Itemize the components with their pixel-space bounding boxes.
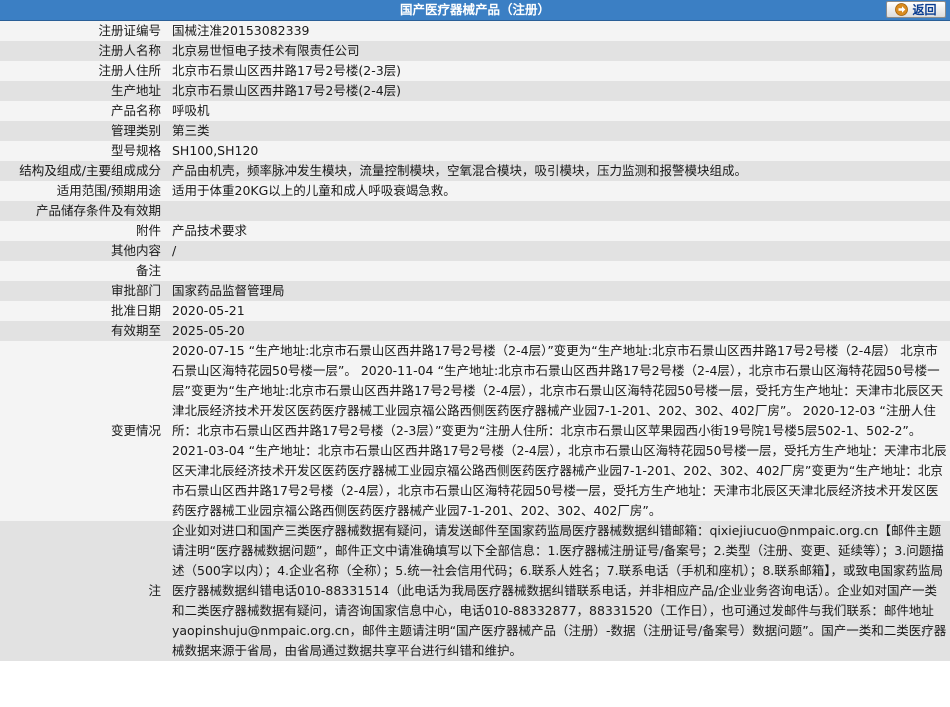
table-row: 型号规格 SH100,SH120 <box>0 141 950 161</box>
field-label: 产品储存条件及有效期 <box>0 201 166 221</box>
table-row: 审批部门 国家药品监督管理局 <box>0 281 950 301</box>
field-value: 北京易世恒电子技术有限责任公司 <box>166 41 950 61</box>
table-row: 产品储存条件及有效期 <box>0 201 950 221</box>
field-label: 附件 <box>0 221 166 241</box>
back-button[interactable]: 返回 <box>886 1 946 18</box>
field-label: 型号规格 <box>0 141 166 161</box>
field-value: 第三类 <box>166 121 950 141</box>
field-value: 国械注准20153082339 <box>166 21 950 41</box>
field-label: 注 <box>0 521 166 661</box>
table-row: 注册人名称 北京易世恒电子技术有限责任公司 <box>0 41 950 61</box>
field-value: 2020-05-21 <box>166 301 950 321</box>
field-value: / <box>166 241 950 261</box>
field-label: 适用范围/预期用途 <box>0 181 166 201</box>
field-value <box>166 261 950 281</box>
field-label: 管理类别 <box>0 121 166 141</box>
change-history-text: 2020-07-15 “生产地址:北京市石景山区西井路17号2号楼（2-4层）”… <box>166 341 950 521</box>
notice-text: 企业如对进口和国产三类医疗器械数据有疑问，请发送邮件至国家药监局医疗器械数据纠错… <box>166 521 950 661</box>
field-value: SH100,SH120 <box>166 141 950 161</box>
table-row: 管理类别 第三类 <box>0 121 950 141</box>
field-label: 注册人名称 <box>0 41 166 61</box>
field-label: 结构及组成/主要组成成分 <box>0 161 166 181</box>
field-label: 注册证编号 <box>0 21 166 41</box>
table-row: 注册人住所 北京市石景山区西井路17号2号楼(2-3层) <box>0 61 950 81</box>
table-row: 附件 产品技术要求 <box>0 221 950 241</box>
field-value: 国家药品监督管理局 <box>166 281 950 301</box>
field-value: 北京市石景山区西井路17号2号楼(2-3层) <box>166 61 950 81</box>
field-label: 其他内容 <box>0 241 166 261</box>
table-row: 注册证编号 国械注准20153082339 <box>0 21 950 41</box>
table-row: 产品名称 呼吸机 <box>0 101 950 121</box>
field-value: 北京市石景山区西井路17号2号楼(2-4层) <box>166 81 950 101</box>
field-value <box>166 201 950 221</box>
field-value: 产品由机壳，频率脉冲发生模块，流量控制模块，空氧混合模块，吸引模块，压力监测和报… <box>166 161 950 181</box>
field-value: 2025-05-20 <box>166 321 950 341</box>
field-label: 注册人住所 <box>0 61 166 81</box>
table-row: 适用范围/预期用途 适用于体重20KG以上的儿童和成人呼吸衰竭急救。 <box>0 181 950 201</box>
field-value: 产品技术要求 <box>166 221 950 241</box>
page-header: 国产医疗器械产品（注册） 返回 <box>0 0 950 21</box>
table-row: 其他内容 / <box>0 241 950 261</box>
page-title: 国产医疗器械产品（注册） <box>399 2 550 17</box>
table-row: 有效期至 2025-05-20 <box>0 321 950 341</box>
table-row: 注 企业如对进口和国产三类医疗器械数据有疑问，请发送邮件至国家药监局医疗器械数据… <box>0 521 950 661</box>
table-row: 备注 <box>0 261 950 281</box>
table-row: 生产地址 北京市石景山区西井路17号2号楼(2-4层) <box>0 81 950 101</box>
table-row: 批准日期 2020-05-21 <box>0 301 950 321</box>
field-label: 备注 <box>0 261 166 281</box>
field-label: 生产地址 <box>0 81 166 101</box>
arrow-right-icon <box>895 3 909 16</box>
back-button-label: 返回 <box>912 3 937 17</box>
field-label: 批准日期 <box>0 301 166 321</box>
table-row: 变更情况 2020-07-15 “生产地址:北京市石景山区西井路17号2号楼（2… <box>0 341 950 521</box>
field-value: 呼吸机 <box>166 101 950 121</box>
product-detail-table: 注册证编号 国械注准20153082339 注册人名称 北京易世恒电子技术有限责… <box>0 21 950 661</box>
field-label: 有效期至 <box>0 321 166 341</box>
table-row: 结构及组成/主要组成成分 产品由机壳，频率脉冲发生模块，流量控制模块，空氧混合模… <box>0 161 950 181</box>
field-value: 适用于体重20KG以上的儿童和成人呼吸衰竭急救。 <box>166 181 950 201</box>
field-label: 审批部门 <box>0 281 166 301</box>
field-label: 产品名称 <box>0 101 166 121</box>
field-label: 变更情况 <box>0 341 166 521</box>
